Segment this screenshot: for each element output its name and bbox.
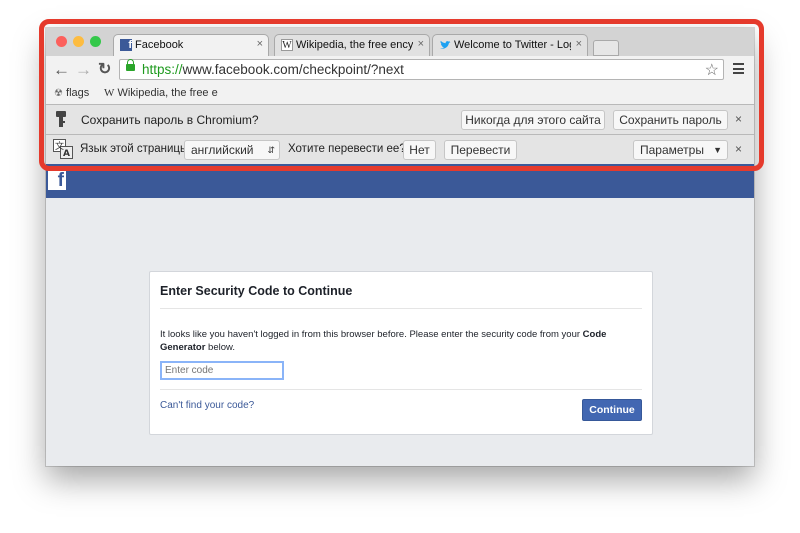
never-save-password-button[interactable]: Никогда для этого сайта xyxy=(461,110,605,130)
save-password-text: Сохранить пароль в Chromium? xyxy=(81,113,259,127)
save-password-infobar: Сохранить пароль в Chromium? Никогда для… xyxy=(46,104,754,135)
wikipedia-favicon-icon: W xyxy=(104,87,115,99)
forward-arrow-icon[interactable]: → xyxy=(75,61,92,79)
url-text: https://www.facebook.com/checkpoint/?nex… xyxy=(142,62,404,77)
navigation-toolbar: ← → ↻ https://www.facebook.com/checkpoin… xyxy=(46,56,754,85)
reload-icon[interactable]: ↻ xyxy=(98,61,111,79)
url-scheme: https:// xyxy=(142,62,183,77)
tab-close-icon[interactable]: × xyxy=(576,38,582,50)
bookmark-flags[interactable]: ☢ flags xyxy=(54,87,89,99)
twitter-favicon-icon xyxy=(439,39,451,51)
zoom-window-button[interactable] xyxy=(90,36,101,47)
updown-chevron-icon: ⇵ xyxy=(267,145,275,155)
bookmark-label: Wikipedia, the free e xyxy=(117,87,218,99)
browser-chrome: f Facebook × W Wikipedia, the free encyc… xyxy=(46,28,754,165)
close-infobar-icon[interactable]: × xyxy=(735,142,742,156)
divider xyxy=(160,308,642,309)
close-window-button[interactable] xyxy=(56,36,67,47)
continue-button[interactable]: Continue xyxy=(582,399,642,421)
card-message: It looks like you haven't logged in from… xyxy=(160,328,640,354)
security-code-card: Enter Security Code to Continue It looks… xyxy=(149,271,653,435)
message-start: It looks like you haven't logged in from… xyxy=(160,329,583,340)
new-tab-button[interactable] xyxy=(593,40,619,56)
card-title: Enter Security Code to Continue xyxy=(160,284,353,298)
tab-title: Facebook xyxy=(135,39,184,51)
hamburger-menu-icon[interactable] xyxy=(733,63,744,77)
bookmark-wikipedia[interactable]: W Wikipedia, the free e xyxy=(104,87,224,99)
page-language-label: Язык этой страницы xyxy=(80,143,189,155)
no-translate-button[interactable]: Нет xyxy=(403,140,436,160)
flags-icon: ☢ xyxy=(54,88,63,99)
browser-window: f Facebook × W Wikipedia, the free encyc… xyxy=(46,28,754,466)
translate-infobar: 文A Язык этой страницы английский ⇵ Хотит… xyxy=(46,134,754,165)
options-label: Параметры xyxy=(640,143,704,157)
divider xyxy=(160,389,642,390)
minimize-window-button[interactable] xyxy=(73,36,84,47)
facebook-favicon-icon: f xyxy=(120,39,132,51)
translate-icon: 文A xyxy=(53,139,73,159)
tab-wikipedia[interactable]: W Wikipedia, the free encyclo × xyxy=(274,34,430,56)
bookmark-label: flags xyxy=(66,87,90,99)
translate-button[interactable]: Перевести xyxy=(444,140,517,160)
language-select[interactable]: английский ⇵ xyxy=(184,140,280,160)
message-end: below. xyxy=(205,342,235,353)
facebook-header: f xyxy=(46,164,754,198)
tab-title: Welcome to Twitter - Login xyxy=(454,39,571,51)
lock-icon xyxy=(126,59,135,71)
key-icon xyxy=(55,110,67,131)
tab-twitter[interactable]: Welcome to Twitter - Login × xyxy=(432,34,588,56)
language-value: английский xyxy=(191,143,254,157)
bookmark-star-icon[interactable]: ☆ xyxy=(705,60,719,80)
address-bar[interactable]: https://www.facebook.com/checkpoint/?nex… xyxy=(119,59,724,80)
translate-options-button[interactable]: Параметры ▼ xyxy=(633,140,728,160)
chevron-down-icon: ▼ xyxy=(713,145,722,155)
save-password-button[interactable]: Сохранить пароль xyxy=(613,110,728,130)
tab-close-icon[interactable]: × xyxy=(418,38,424,50)
security-code-input[interactable] xyxy=(160,361,284,380)
tab-title: Wikipedia, the free encyclo xyxy=(296,39,413,51)
wikipedia-favicon-icon: W xyxy=(281,39,293,51)
close-infobar-icon[interactable]: × xyxy=(735,112,742,126)
back-arrow-icon[interactable]: ← xyxy=(53,61,70,79)
tab-facebook[interactable]: f Facebook × xyxy=(113,34,269,56)
tab-strip: f Facebook × W Wikipedia, the free encyc… xyxy=(46,28,754,56)
bookmarks-bar: ☢ flags W Wikipedia, the free e xyxy=(46,85,754,104)
tab-close-icon[interactable]: × xyxy=(257,38,263,50)
facebook-logo[interactable]: f xyxy=(48,170,66,191)
url-path: www.facebook.com/checkpoint/?next xyxy=(182,62,404,77)
svg-text:A: A xyxy=(63,149,70,159)
translate-question: Хотите перевести ее? xyxy=(288,143,406,155)
cant-find-code-link[interactable]: Can't find your code? xyxy=(160,400,254,411)
